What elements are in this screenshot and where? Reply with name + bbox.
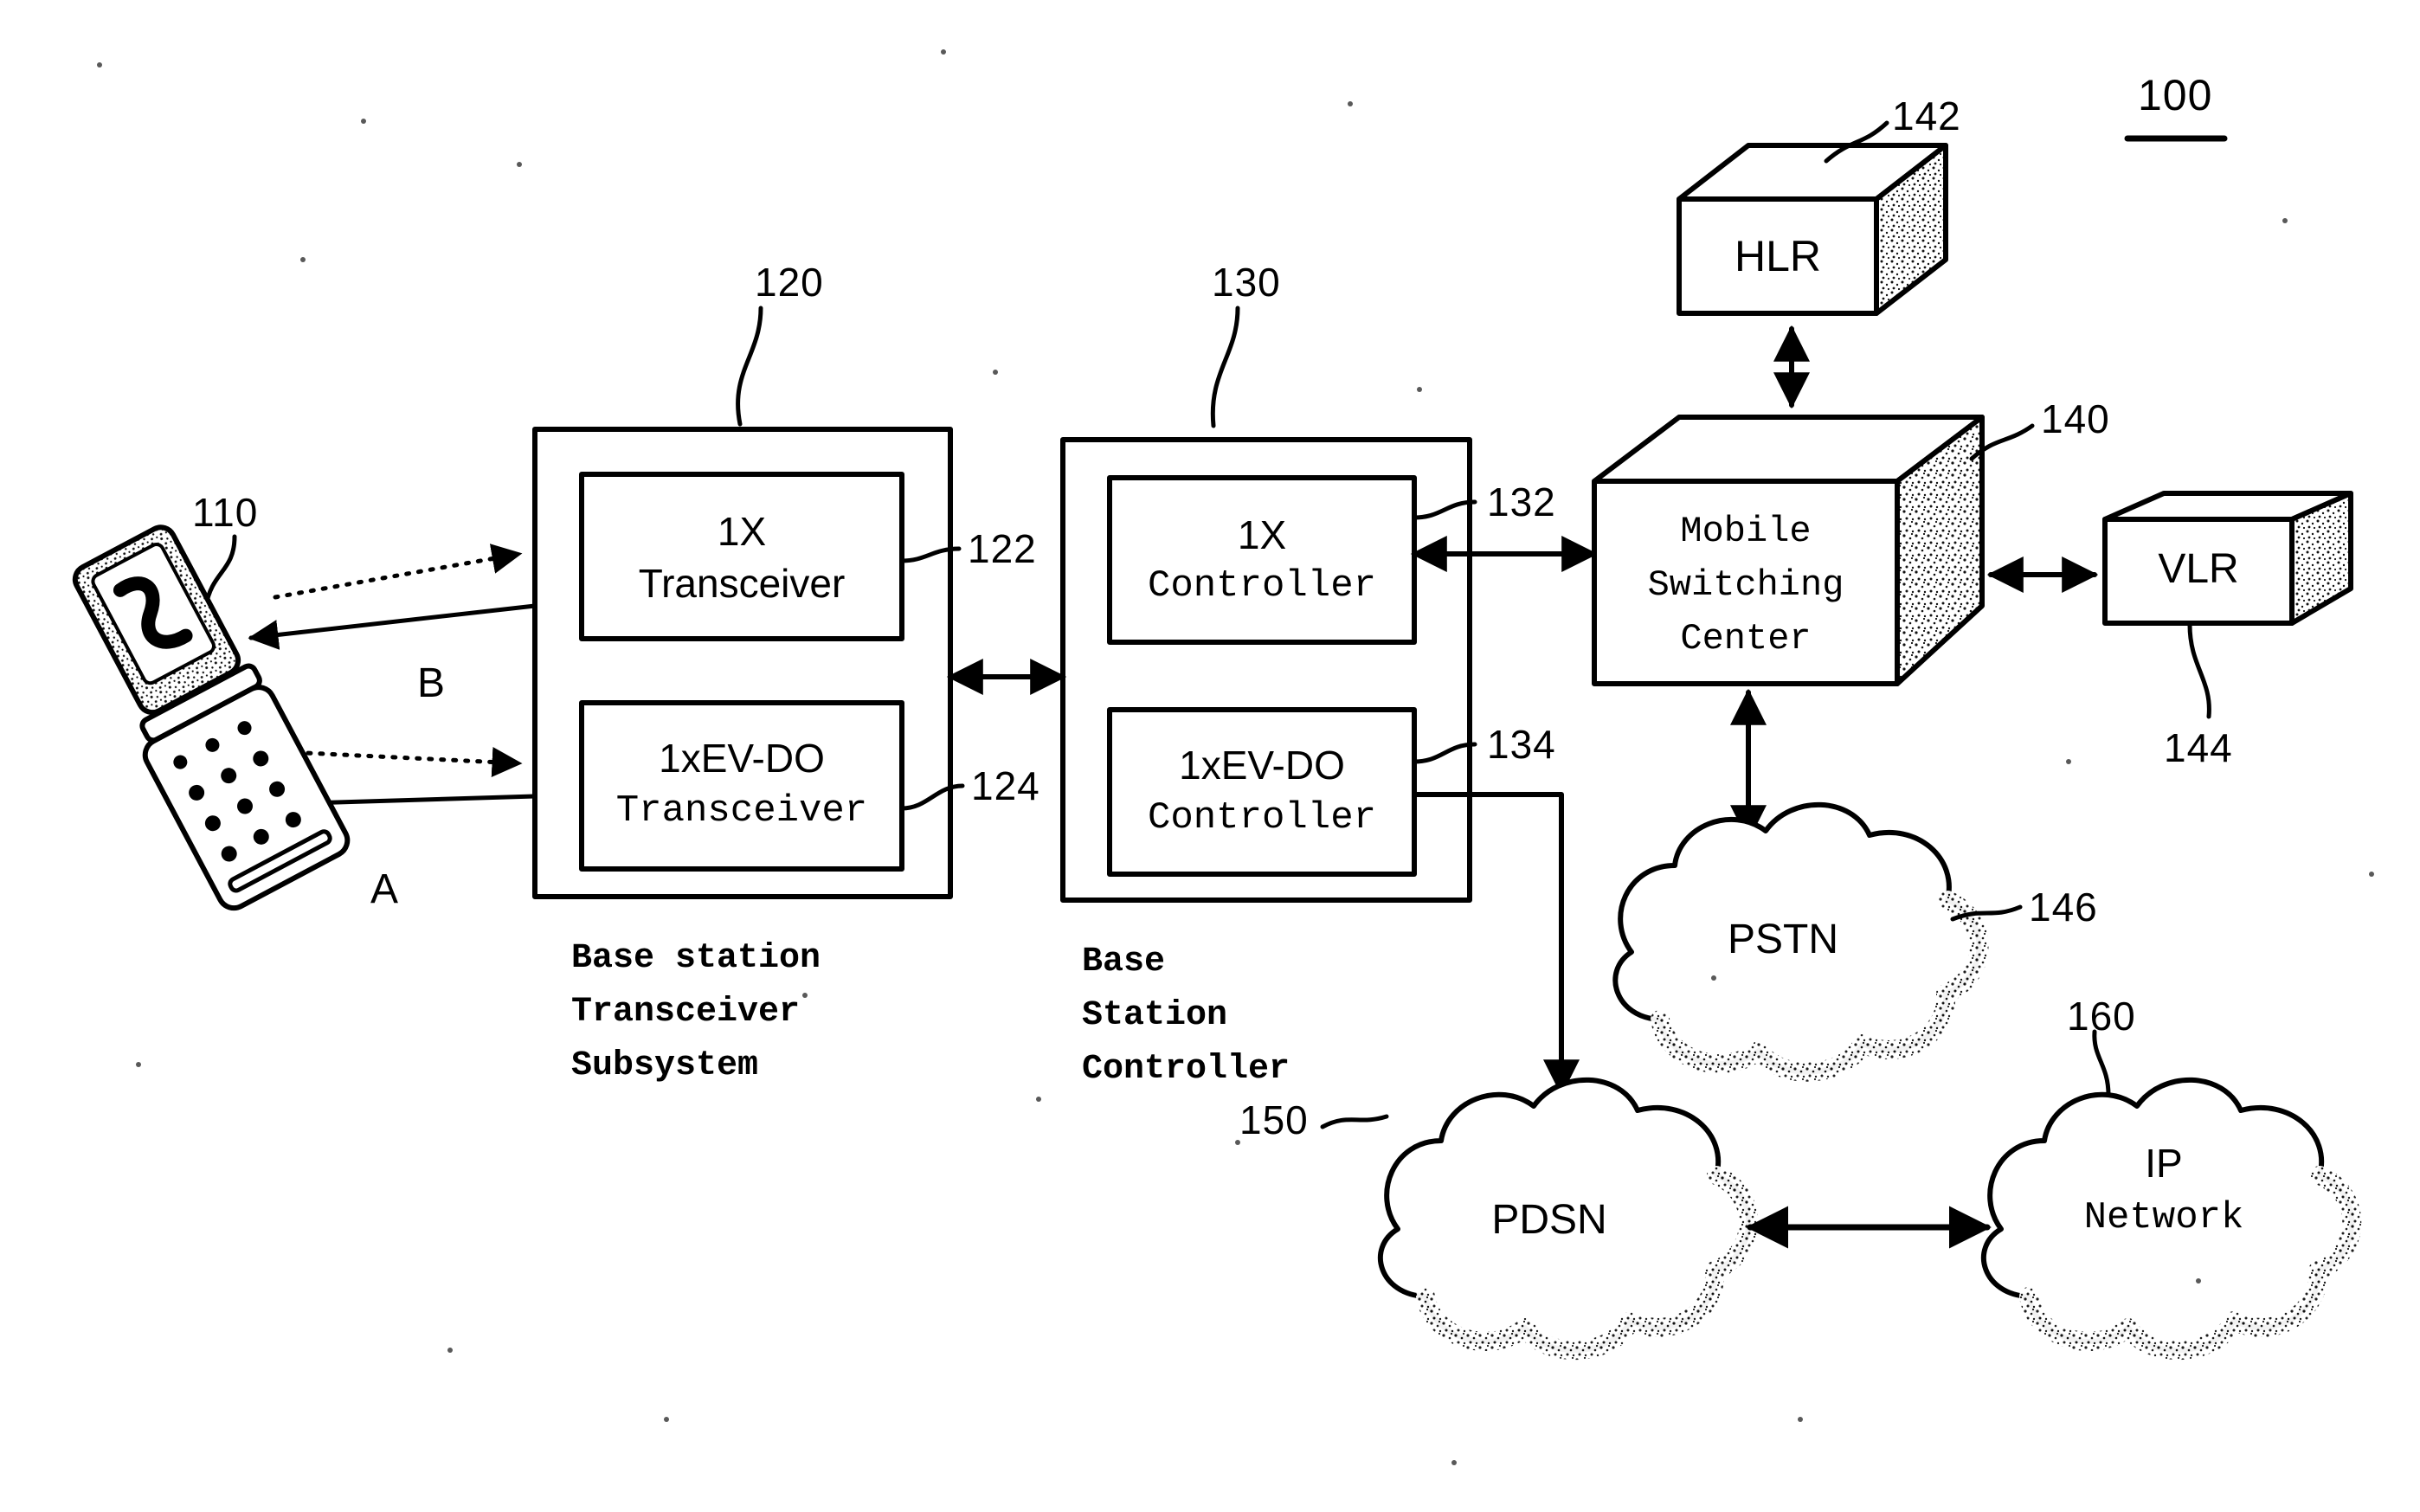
bts-1x-transceiver-line1: 1X: [717, 509, 767, 554]
bts-1xevdo-transceiver-box: [579, 700, 904, 872]
leader-150: [1320, 1114, 1389, 1129]
ref-144: 144: [2164, 725, 2233, 770]
ip-network-line2: Network: [2083, 1196, 2244, 1239]
ref-132: 132: [1487, 479, 1556, 524]
bts-1x-transceiver-line2: Transceiver: [638, 561, 846, 606]
ref-130: 130: [1212, 260, 1281, 305]
leader-134: [1412, 742, 1477, 764]
bts-caption-line1: Base station: [571, 939, 821, 978]
bts-1xevdo-transceiver-line2: Transceiver: [615, 789, 868, 833]
ref-142: 142: [1892, 93, 1961, 138]
hlr-box: [1677, 143, 1948, 316]
bts-1xevdo-transceiver-line1: 1xEV-DO: [659, 736, 825, 781]
leader-160: [2092, 1029, 2111, 1097]
bts-1x-transceiver-box: [579, 472, 904, 641]
ref-122: 122: [968, 526, 1037, 571]
ref-110: 110: [192, 490, 259, 535]
ip-network-line1: IP: [2145, 1141, 2183, 1186]
bts-caption-line2: Transceiver: [571, 993, 801, 1032]
msc-line3: Center: [1680, 618, 1812, 659]
pdsn-label: PDSN: [1491, 1197, 1607, 1243]
bsc-1x-controller-line2: Controller: [1147, 564, 1377, 608]
bsc-caption-line1: Base: [1082, 943, 1166, 981]
link-label-a: A: [370, 866, 399, 912]
ref-140: 140: [2041, 396, 2110, 441]
ref-134: 134: [1487, 722, 1556, 767]
bts-caption-line3: Subsystem: [571, 1046, 759, 1085]
figure-number: 100: [2138, 71, 2213, 119]
hlr-label: HLR: [1734, 232, 1822, 280]
leader-130: [1210, 306, 1240, 428]
link-label-b: B: [417, 660, 446, 706]
bsc-caption-line3: Controller: [1082, 1050, 1290, 1089]
pstn-label: PSTN: [1727, 917, 1838, 962]
bsc-1x-controller-box: [1107, 475, 1417, 645]
leader-144: [2187, 622, 2211, 719]
flip-phone-icon: [72, 524, 351, 911]
bsc-1xevdo-controller-line1: 1xEV-DO: [1179, 743, 1345, 788]
leader-110: [203, 534, 237, 608]
ref-146: 146: [2029, 885, 2098, 930]
link-bsc-pdsn: [1412, 792, 1580, 1097]
msc-line2: Switching: [1647, 564, 1844, 606]
link-b-uplink: [273, 544, 523, 600]
ref-150: 150: [1239, 1097, 1309, 1142]
bsc-caption-line2: Station: [1082, 996, 1228, 1035]
ref-160: 160: [2067, 994, 2136, 1039]
link-b-downlink: [248, 603, 537, 650]
leader-132: [1412, 499, 1477, 520]
leader-120: [736, 306, 763, 427]
patent-figure-canvas: 100 110 120 130 1X Transceiver 1xEV-DO T…: [0, 0, 2420, 1512]
leader-124: [899, 783, 965, 811]
ref-120: 120: [755, 260, 824, 305]
bsc-1xevdo-controller-line2: Controller: [1147, 796, 1377, 840]
msc-line1: Mobile: [1680, 511, 1812, 552]
ref-124: 124: [971, 763, 1040, 808]
bsc-1x-controller-line1: 1X: [1237, 512, 1287, 557]
bsc-1xevdo-controller-box: [1107, 707, 1417, 877]
vlr-label: VLR: [2158, 546, 2239, 592]
